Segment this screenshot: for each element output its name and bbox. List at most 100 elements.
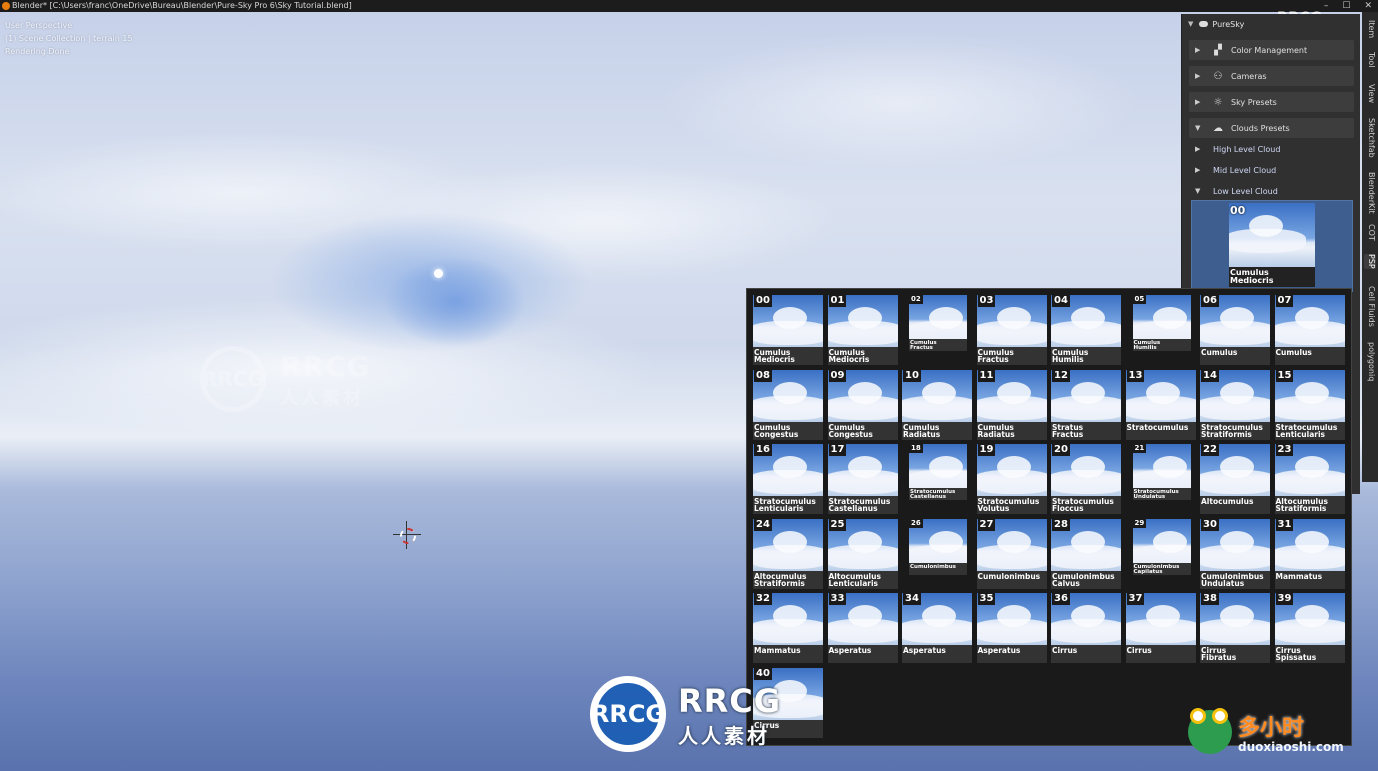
rrcg-watermark: RRCG RRCG 人人素材 xyxy=(590,676,800,756)
preset-caption-line2: Castellanus xyxy=(828,504,878,513)
preset-thumbnail[interactable]: 38 Cirrus Fibratus xyxy=(1198,591,1270,663)
preset-thumbnail[interactable]: 02 Cumulus Fractus xyxy=(900,293,972,365)
tab-polygoniq[interactable]: polygoniq xyxy=(1364,342,1376,381)
preset-thumbnail[interactable]: 35 Asperatus xyxy=(974,591,1047,663)
preset-caption: Cumulus Radiatus xyxy=(976,421,1047,440)
preset-number: 15 xyxy=(1275,369,1294,382)
preset-caption-line2: Humilis xyxy=(1133,345,1157,351)
preset-thumbnail[interactable]: 08 Cumulus Congestus xyxy=(751,367,823,440)
tab-view[interactable]: View xyxy=(1364,84,1376,103)
preset-thumbnail[interactable]: 25 Altocumulus Lenticularis xyxy=(825,516,898,589)
preset-caption-line2: Congestus xyxy=(754,429,799,439)
preset-caption-line1: Cirrus xyxy=(1126,646,1152,655)
section-sky-presets[interactable]: ▶ ☼ Sky Presets xyxy=(1189,92,1354,112)
tab-sketchfab[interactable]: Sketchfab xyxy=(1364,118,1376,158)
preset-caption-line1: Mammatus xyxy=(1275,571,1323,581)
3d-cursor-icon[interactable] xyxy=(393,521,421,549)
preset-thumbnail[interactable]: 31 Mammatus xyxy=(1272,516,1345,589)
preset-thumbnail[interactable]: 01 Cumulus Mediocris xyxy=(825,293,898,365)
preset-thumbnail[interactable]: 36 Cirrus xyxy=(1049,591,1121,663)
preset-caption: Altocumulus Stratiformis xyxy=(753,570,823,589)
preset-thumbnail[interactable]: 22 Altocumulus xyxy=(1198,442,1270,514)
panel-header-puresky[interactable]: ▼ PureSky xyxy=(1182,14,1360,34)
preset-thumbnail[interactable]: 14 Stratocumulus Stratiformis xyxy=(1198,367,1270,440)
preset-number: 29 xyxy=(1132,518,1147,528)
chevron-down-icon: ▼ xyxy=(1195,124,1201,132)
preset-thumbnail[interactable]: 23 Altocumulus Stratiformis xyxy=(1272,442,1345,514)
tab-psp[interactable]: PSP xyxy=(1364,254,1376,269)
preset-thumbnail[interactable]: 37 Cirrus xyxy=(1123,591,1196,663)
preset-caption-line2: Castellanus xyxy=(910,494,946,500)
preset-caption-line2: Congestus xyxy=(828,429,873,439)
preset-number: 26 xyxy=(909,518,923,528)
section-cameras[interactable]: ▶ ⚇ Cameras xyxy=(1189,66,1354,86)
subsection-low-level-cloud[interactable]: ▼ Low Level Cloud xyxy=(1189,182,1354,200)
preset-number: 19 xyxy=(977,444,996,456)
preset-thumbnail[interactable]: 07 Cumulus xyxy=(1272,293,1345,365)
dxs-watermark-url: duoxiaoshi.com xyxy=(1238,740,1344,754)
subsection-mid-level-cloud[interactable]: ▶ Mid Level Cloud xyxy=(1189,161,1354,179)
preset-thumbnail[interactable]: 10 Cumulus Radiatus xyxy=(900,367,972,440)
rrcg-logo-icon: RRCG xyxy=(590,676,666,752)
preset-thumbnail[interactable]: 33 Asperatus xyxy=(825,591,898,663)
preset-number: 00 xyxy=(754,295,772,307)
frog-logo-icon xyxy=(1188,708,1232,754)
close-button[interactable]: ✕ xyxy=(1364,0,1372,12)
preset-number: 30 xyxy=(1201,518,1219,531)
preset-number: 07 xyxy=(1275,295,1294,307)
tab-tool[interactable]: Tool xyxy=(1364,52,1376,68)
preset-thumbnail[interactable]: 39 Cirrus Spissatus xyxy=(1272,591,1345,663)
preset-number: 39 xyxy=(1275,593,1294,605)
preset-preview-selector[interactable]: 00 Cumulus Mediocris xyxy=(1191,200,1353,292)
tab-cell-fluids[interactable]: Cell Fluids xyxy=(1364,286,1376,327)
preset-caption: Altocumulus Lenticularis xyxy=(827,570,898,589)
preset-thumbnail[interactable]: 30 Cumulonimbus Undulatus xyxy=(1198,516,1270,589)
preset-thumbnail[interactable]: 27 Cumulonimbus xyxy=(974,516,1047,589)
preset-thumbnail[interactable]: 26 Cumulonimbus xyxy=(900,516,972,589)
preset-thumbnail[interactable]: 19 Stratocumulus Volutus xyxy=(974,442,1047,514)
preset-thumbnail[interactable]: 29 Cumulonimbus Capilatus xyxy=(1123,516,1196,589)
preset-thumbnail[interactable]: 32 Mammatus xyxy=(751,591,823,663)
preset-thumbnail[interactable]: 05 Cumulus Humilis xyxy=(1123,293,1196,365)
tab-cot[interactable]: COT xyxy=(1364,224,1376,241)
preset-caption-line2: Undulatus xyxy=(1201,578,1245,588)
preset-thumbnail[interactable]: 00 Cumulus Mediocris xyxy=(751,293,823,365)
preset-number: 17 xyxy=(828,444,847,456)
preset-thumbnail[interactable]: 20 Stratocumulus Floccus xyxy=(1049,442,1121,514)
preset-caption-line2: Stratiformis xyxy=(1201,429,1252,439)
watermark-subtext: 人人素材 xyxy=(280,388,364,409)
tab-item[interactable]: Item xyxy=(1364,20,1376,38)
watermark-text: RRCG xyxy=(280,350,371,383)
subsection-high-level-cloud[interactable]: ▶ High Level Cloud xyxy=(1189,140,1354,158)
preset-thumbnail[interactable]: 12 Stratus Fractus xyxy=(1049,367,1121,440)
preset-caption: Cumulus Congestus xyxy=(827,421,898,440)
preset-caption-line1: Cumulus xyxy=(1275,348,1312,357)
preset-thumbnail[interactable]: 16 Stratocumulus Lenticularis xyxy=(751,442,823,514)
preset-number: 35 xyxy=(977,593,996,605)
rrcg-watermark-faint: RRCG RRCG 人人素材 xyxy=(200,346,400,416)
section-color-management[interactable]: ▶ ▞ Color Management xyxy=(1189,40,1354,60)
preset-number: 06 xyxy=(1201,295,1219,307)
preset-caption-line1: Asperatus xyxy=(828,646,872,655)
tab-blenderkit[interactable]: BlenderKit xyxy=(1364,172,1376,214)
preset-caption: Cumulus Congestus xyxy=(753,421,823,440)
preset-thumbnail[interactable]: 11 Cumulus Radiatus xyxy=(974,367,1047,440)
preset-thumbnail[interactable]: 15 Stratocumulus Lenticularis xyxy=(1272,367,1345,440)
preset-thumbnail[interactable]: 18 Stratocumulus Castellanus xyxy=(900,442,972,514)
preset-thumbnail[interactable]: 04 Cumulus Humilis xyxy=(1049,293,1121,365)
preset-number: 24 xyxy=(754,518,772,531)
section-clouds-presets[interactable]: ▼ ☁ Clouds Presets xyxy=(1189,118,1354,138)
preset-thumbnail[interactable]: 28 Cumulonimbus Calvus xyxy=(1049,516,1121,589)
preset-thumbnail[interactable]: 34 Asperatus xyxy=(900,591,972,663)
preset-thumbnail[interactable]: 03 Cumulus Fractus xyxy=(974,293,1047,365)
preset-caption-line2: Calvus xyxy=(1052,578,1080,588)
preset-thumbnail[interactable]: 17 Stratocumulus Castellanus xyxy=(825,442,898,514)
chevron-right-icon: ▶ xyxy=(1195,72,1201,80)
preset-caption-line1: Cumulus xyxy=(1201,348,1238,357)
preset-number: 16 xyxy=(754,444,772,456)
preset-thumbnail[interactable]: 24 Altocumulus Stratiformis xyxy=(751,516,823,589)
preset-thumbnail[interactable]: 06 Cumulus xyxy=(1198,293,1270,365)
preset-thumbnail[interactable]: 21 Stratocumulus Undulatus xyxy=(1123,442,1196,514)
preset-thumbnail[interactable]: 09 Cumulus Congestus xyxy=(825,367,898,440)
preset-thumbnail[interactable]: 13 Stratocumulus xyxy=(1123,367,1196,440)
